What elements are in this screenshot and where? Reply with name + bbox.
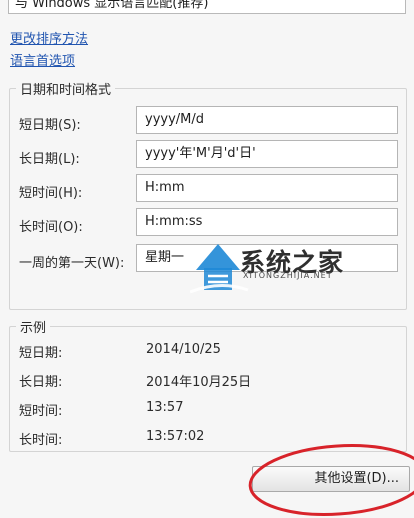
highlight-oval bbox=[248, 444, 414, 516]
long-time-combo[interactable]: H:mm:ss bbox=[136, 208, 398, 236]
short-date-value: yyyy/M/d bbox=[145, 112, 205, 127]
long-time-label: 长时间(O): bbox=[19, 220, 83, 235]
short-time-value: H:mm bbox=[145, 180, 185, 195]
example-short-time-label: 短时间: bbox=[19, 404, 63, 419]
long-date-value: yyyy'年'M'月'd'日' bbox=[145, 146, 256, 161]
long-time-value: H:mm:ss bbox=[145, 214, 203, 229]
example-long-date-value: 2014年10月25日 bbox=[146, 375, 252, 390]
example-long-date-label: 长日期: bbox=[19, 375, 63, 390]
short-time-label: 短时间(H): bbox=[19, 186, 83, 201]
example-short-date-label: 短日期: bbox=[19, 346, 63, 361]
long-date-combo[interactable]: yyyy'年'M'月'd'日' bbox=[136, 140, 398, 168]
first-day-label: 一周的第一天(W): bbox=[19, 256, 125, 271]
example-legend: 示例 bbox=[16, 317, 51, 336]
watermark-url: XITONGZHIJIA.NET bbox=[243, 271, 333, 280]
short-date-label: 短日期(S): bbox=[19, 118, 81, 133]
example-short-date-value: 2014/10/25 bbox=[146, 342, 221, 357]
change-sort-link[interactable]: 更改排序方法 bbox=[10, 28, 88, 47]
first-day-value: 星期一 bbox=[145, 250, 185, 265]
example-long-time-value: 13:57:02 bbox=[146, 429, 205, 444]
datetime-format-legend: 日期和时间格式 bbox=[16, 79, 116, 98]
display-language-select[interactable]: 与 Windows 显示语言匹配(推荐) bbox=[8, 0, 406, 14]
short-time-combo[interactable]: H:mm bbox=[136, 174, 398, 202]
long-date-label: 长日期(L): bbox=[19, 152, 80, 167]
example-long-time-label: 长时间: bbox=[19, 433, 63, 448]
short-date-combo[interactable]: yyyy/M/d bbox=[136, 106, 398, 134]
language-preferences-link[interactable]: 语言首选项 bbox=[10, 50, 75, 69]
display-language-value: 与 Windows 显示语言匹配(推荐) bbox=[15, 0, 209, 11]
example-short-time-value: 13:57 bbox=[146, 400, 184, 415]
